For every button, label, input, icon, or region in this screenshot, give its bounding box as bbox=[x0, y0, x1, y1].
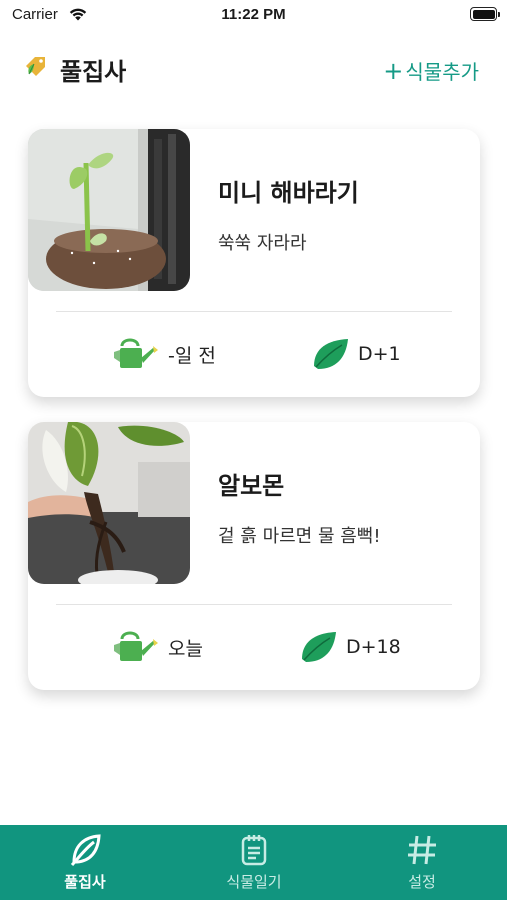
plant-memo: 쑥쑥 자라라 bbox=[218, 233, 307, 254]
days-together: D+18 bbox=[298, 627, 401, 667]
plant-name: 미니 해바라기 bbox=[218, 179, 359, 207]
app-header: 풀집사 + 식물추가 bbox=[0, 46, 507, 90]
plant-card[interactable]: 미니 해바라기 쑥쑥 자라라 -일 전 D+1 bbox=[28, 129, 480, 397]
last-watered: 오늘 bbox=[114, 627, 203, 667]
plant-memo: 겉 흙 마르면 물 흠뻑! bbox=[218, 526, 381, 547]
leaf-icon bbox=[70, 834, 101, 866]
plant-photo bbox=[28, 422, 190, 584]
plant-card[interactable]: 알보몬 겉 흙 마르면 물 흠뻑! 오늘 D+18 bbox=[28, 422, 480, 690]
card-divider bbox=[56, 311, 452, 312]
leaf-icon bbox=[314, 339, 348, 369]
plant-photo bbox=[28, 129, 190, 291]
last-watered-label: -일 전 bbox=[168, 344, 216, 367]
battery-icon bbox=[470, 7, 500, 21]
tab-home[interactable]: 풀집사 bbox=[25, 833, 145, 892]
leaf-icon bbox=[302, 632, 336, 662]
days-together: D+1 bbox=[310, 334, 401, 374]
app-title: 풀집사 bbox=[60, 58, 127, 86]
tab-settings[interactable]: 설정 bbox=[362, 833, 482, 892]
plus-icon: + bbox=[383, 56, 404, 85]
tab-diary-label: 식물일기 bbox=[226, 873, 282, 891]
last-watered: -일 전 bbox=[114, 334, 216, 374]
plant-tag-logo-icon bbox=[26, 57, 45, 76]
tab-bar: 풀집사 식물일기 설정 bbox=[0, 825, 507, 900]
days-label: D+18 bbox=[346, 636, 401, 658]
plant-name: 알보몬 bbox=[218, 472, 285, 500]
tab-settings-label: 설정 bbox=[408, 873, 436, 891]
card-divider bbox=[56, 604, 452, 605]
add-plant-label: 식물추가 bbox=[405, 60, 479, 84]
clock: 11:22 PM bbox=[221, 6, 286, 23]
last-watered-label: 오늘 bbox=[168, 637, 203, 660]
notepad-icon bbox=[241, 835, 267, 866]
watering-can-icon bbox=[114, 631, 158, 661]
tab-diary[interactable]: 식물일기 bbox=[194, 833, 314, 892]
add-plant-button[interactable]: + 식물추가 bbox=[383, 56, 479, 85]
hash-icon bbox=[408, 835, 436, 865]
watering-can-icon bbox=[114, 338, 158, 368]
status-bar: Carrier 11:22 PM bbox=[0, 0, 507, 32]
tab-home-label: 풀집사 bbox=[64, 873, 106, 891]
days-label: D+1 bbox=[358, 343, 401, 365]
